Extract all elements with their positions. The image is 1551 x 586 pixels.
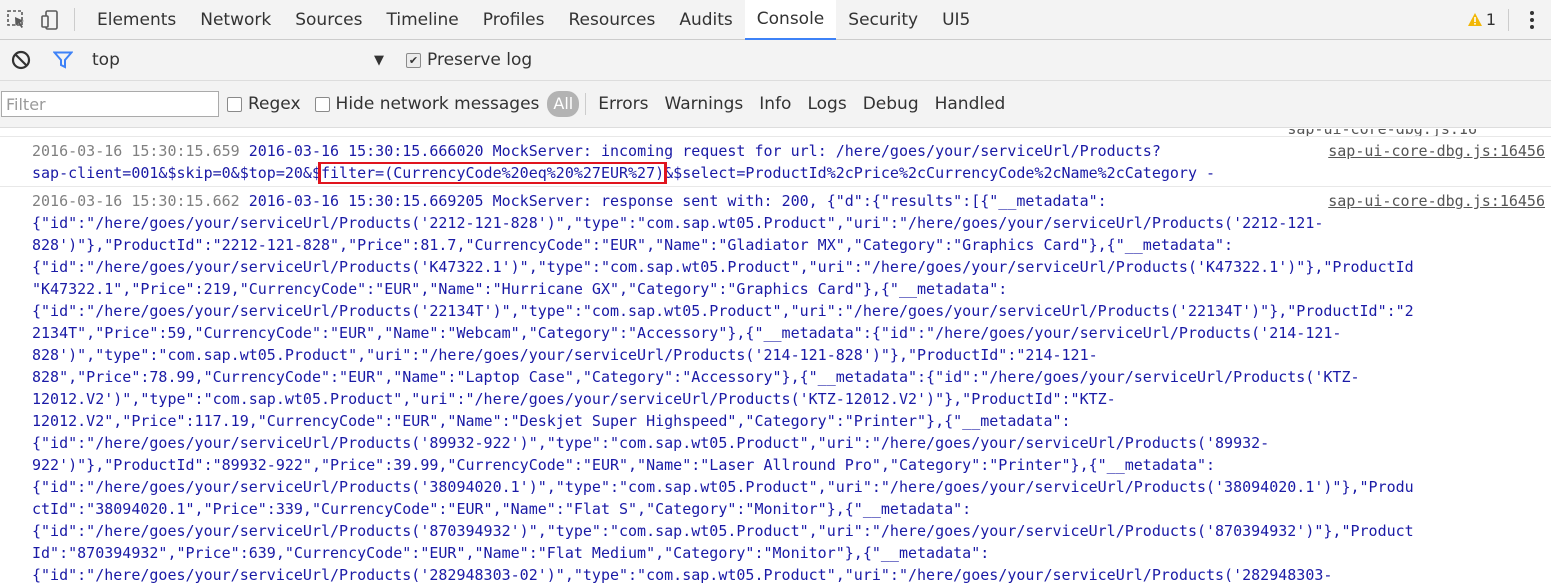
tab-resources[interactable]: Resources: [557, 0, 668, 39]
dropdown-caret-icon: ▼: [374, 52, 384, 68]
level-info-button[interactable]: Info: [751, 94, 799, 114]
message-line: 828')"},"ProductId":"2212-121-828","Pric…: [32, 236, 1234, 254]
message-text: sap-client=001&$skip=0&$top=20&$: [32, 164, 321, 182]
hide-network-checkbox[interactable]: Hide network messages: [314, 94, 540, 114]
level-debug-button[interactable]: Debug: [855, 94, 927, 114]
toolbar-divider: [1508, 8, 1509, 31]
console-message: sap-ui-core-dbg.js:16456 2016-03-16 15:3…: [0, 137, 1551, 187]
message-line: 828')","type":"com.sap.wt05.Product","ur…: [32, 346, 1098, 364]
message-line: 2016-03-16 15:30:15.659 2016-03-16 15:30…: [32, 140, 1545, 162]
tab-label: Resources: [568, 9, 656, 30]
message-source-link[interactable]: sap-ui-core-dbg.js:16456: [1328, 190, 1545, 212]
message-text: 2016-03-16 15:30:15.666020 MockServer: i…: [248, 142, 1161, 160]
toolbar-divider: [74, 8, 75, 31]
message-line: 12012.V2')","type":"com.sap.wt05.Product…: [32, 390, 1116, 408]
message-line: "K47322.1","Price":219,"CurrencyCode":"E…: [32, 280, 1008, 298]
message-line: {"id":"/here/goes/your/serviceUrl/Produc…: [32, 566, 1333, 584]
tab-label: Console: [756, 9, 825, 29]
message-line: ctId":"38094020.1","Price":339,"Currency…: [32, 500, 972, 518]
tab-ui5[interactable]: UI5: [930, 0, 982, 39]
tab-label: Network: [200, 9, 272, 30]
tab-elements[interactable]: Elements: [85, 0, 188, 39]
message-line: {"id":"/here/goes/your/serviceUrl/Produc…: [32, 434, 1270, 452]
message-timestamp: 2016-03-16 15:30:15.662: [32, 192, 240, 210]
console-output[interactable]: sap-ui-core-dbg.js:16 sap-ui-core-dbg.js…: [0, 129, 1551, 586]
tab-network[interactable]: Network: [188, 0, 283, 39]
regex-checkbox[interactable]: Regex: [227, 94, 301, 114]
message-source-link[interactable]: sap-ui-core-dbg.js:16456: [1328, 140, 1545, 162]
devtools-window: Elements Network Sources Timeline Profil…: [0, 0, 1551, 586]
level-handled-button[interactable]: Handled: [927, 94, 1014, 114]
tab-label: Audits: [679, 9, 733, 30]
message-text: 2016-03-16 15:30:15.669205 MockServer: r…: [248, 192, 1107, 210]
tab-audits[interactable]: Audits: [667, 0, 744, 39]
message-line: Id":"870394932","Price":639,"CurrencyCod…: [32, 544, 990, 562]
message-line: 922')"},"ProductId":"89932-922","Price":…: [32, 456, 1216, 474]
message-line: 2016-03-16 15:30:15.662 2016-03-16 15:30…: [32, 190, 1545, 212]
level-errors-button[interactable]: Errors: [590, 94, 656, 114]
tab-label: Profiles: [482, 9, 545, 30]
tab-timeline[interactable]: Timeline: [374, 0, 470, 39]
tab-label: Sources: [295, 9, 363, 30]
message-line: {"id":"/here/goes/your/serviceUrl/Produc…: [32, 522, 1414, 540]
preserve-log-label: Preserve log: [427, 50, 533, 70]
tabbar-right: 1: [1467, 0, 1551, 39]
console-context-toolbar: top ▼ ✔ Preserve log: [0, 40, 1551, 81]
tab-label: UI5: [942, 9, 971, 30]
tab-console[interactable]: Console: [744, 0, 837, 40]
message-line: 12012.V2","Price":117.19,"CurrencyCode":…: [32, 412, 1071, 430]
level-warnings-button[interactable]: Warnings: [657, 94, 752, 114]
devtools-tabbar: Elements Network Sources Timeline Profil…: [0, 0, 1551, 40]
execution-context-select[interactable]: top ▼: [92, 50, 390, 70]
hide-network-label: Hide network messages: [335, 94, 540, 114]
message-body: {"id":"/here/goes/your/serviceUrl/Produc…: [32, 212, 1545, 586]
tab-sources[interactable]: Sources: [283, 0, 374, 39]
message-timestamp: 2016-03-16 15:30:15.659: [32, 142, 240, 160]
tab-profiles[interactable]: Profiles: [471, 0, 557, 39]
message-line: 828","Price":78.99,"CurrencyCode":"EUR",…: [32, 368, 1360, 386]
level-all-button[interactable]: All: [547, 91, 580, 117]
tab-label: Elements: [97, 9, 177, 30]
device-mode-icon[interactable]: [34, 0, 68, 39]
clear-console-icon[interactable]: [10, 49, 32, 71]
console-message: sap-ui-core-dbg.js:16456 2016-03-16 15:3…: [0, 187, 1551, 586]
message-text: &$select=ProductId%2cPrice%2cCurrencyCod…: [664, 164, 1216, 182]
level-logs-button[interactable]: Logs: [799, 94, 854, 114]
cursor-select-icon[interactable]: [0, 0, 34, 39]
message-line: sap-client=001&$skip=0&$top=20&$filter=(…: [32, 162, 1545, 184]
context-selected-value: top: [92, 50, 120, 70]
checkbox-checked-icon[interactable]: ✔: [406, 52, 421, 68]
message-source-link[interactable]: sap-ui-core-dbg.js:16: [1287, 129, 1477, 136]
regex-label: Regex: [248, 94, 301, 114]
console-filter-bar: Regex Hide network messages All Errors W…: [0, 81, 1551, 128]
warnings-count: 1: [1485, 10, 1496, 29]
console-message-clipped: sap-ui-core-dbg.js:16: [0, 129, 1551, 137]
tab-label: Security: [848, 9, 919, 30]
message-line: {"id":"/here/goes/your/serviceUrl/Produc…: [32, 302, 1414, 320]
checkbox-unchecked-icon[interactable]: [314, 96, 330, 112]
message-line: 2134T","Price":59,"CurrencyCode":"EUR","…: [32, 324, 1342, 342]
filter-input[interactable]: [1, 91, 219, 117]
toolbar-divider: [585, 93, 587, 115]
tab-security[interactable]: Security: [836, 0, 930, 39]
kebab-menu-icon[interactable]: [1521, 10, 1543, 30]
preserve-log-checkbox[interactable]: ✔ Preserve log: [406, 50, 532, 70]
tab-label: Timeline: [386, 9, 459, 30]
message-line: {"id":"/here/goes/your/serviceUrl/Produc…: [32, 478, 1414, 496]
highlighted-filter-param: filter=(CurrencyCode%20eq%20%27EUR%27): [317, 162, 668, 184]
warning-triangle-icon: [1467, 13, 1482, 26]
message-line: {"id":"/here/goes/your/serviceUrl/Produc…: [32, 214, 1324, 232]
message-line: {"id":"/here/goes/your/serviceUrl/Produc…: [32, 258, 1414, 276]
warnings-badge[interactable]: 1: [1467, 10, 1496, 29]
filter-funnel-icon[interactable]: [52, 49, 74, 71]
checkbox-unchecked-icon[interactable]: [227, 96, 242, 112]
